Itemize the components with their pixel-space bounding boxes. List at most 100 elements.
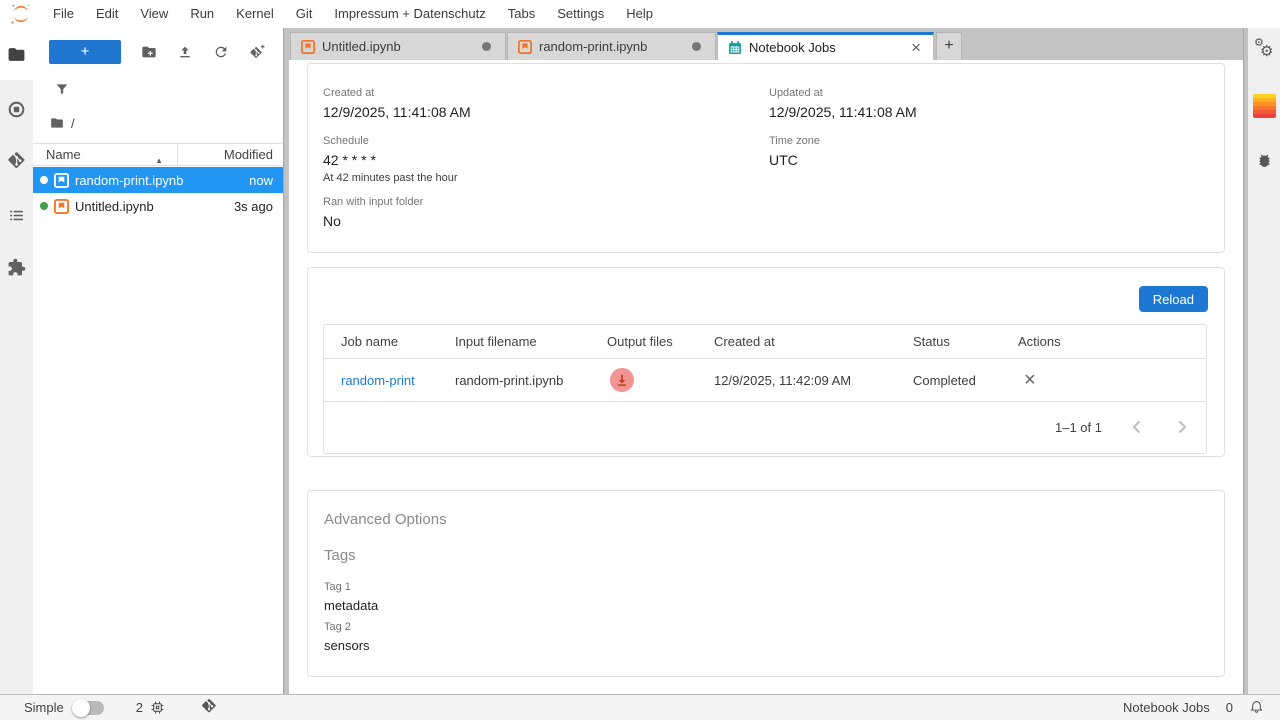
field-value: 42 * * * * xyxy=(323,152,458,168)
column-actions: Actions xyxy=(1018,334,1206,349)
running-sessions-icon[interactable] xyxy=(0,97,33,121)
notebook-file-icon xyxy=(518,40,532,54)
extension-manager-icon[interactable] xyxy=(0,255,33,279)
bell-icon[interactable] xyxy=(1249,698,1264,717)
menu-edit[interactable]: Edit xyxy=(85,0,129,28)
kernel-status-dot xyxy=(40,202,48,210)
file-name: Untitled.ipynb xyxy=(75,199,234,214)
field-input-folder: Ran with input folder No xyxy=(323,196,423,229)
file-browser-panel: + / Name ▲ Modified xyxy=(33,28,283,694)
folder-icon[interactable] xyxy=(49,116,65,130)
breadcrumb-root[interactable]: / xyxy=(71,116,75,131)
job-created-at: 12/9/2025, 11:42:09 AM xyxy=(714,373,913,388)
property-inspector-icon[interactable]: ⚙ ⚙ xyxy=(1252,36,1278,62)
column-header-modified[interactable]: Modified xyxy=(178,147,283,162)
tab-untitled-ipynb[interactable]: Untitled.ipynb xyxy=(290,32,506,60)
menu-tabs[interactable]: Tabs xyxy=(497,0,546,28)
tab-label: Untitled.ipynb xyxy=(322,39,401,54)
new-folder-icon[interactable] xyxy=(141,44,157,60)
git-clone-icon[interactable] xyxy=(249,44,265,60)
status-bar-left: Simple 2 xyxy=(24,698,217,717)
calendar-icon xyxy=(728,41,742,55)
notebook-file-icon xyxy=(54,199,69,214)
field-label: Updated at xyxy=(769,87,917,99)
tab-notebook-jobs[interactable]: Notebook Jobs × xyxy=(717,32,934,60)
context-label[interactable]: Notebook Jobs xyxy=(1123,700,1210,715)
menu-run[interactable]: Run xyxy=(179,0,225,28)
filter-files-icon[interactable] xyxy=(55,82,71,98)
job-status: Completed xyxy=(913,373,1018,388)
job-name-link[interactable]: random-print xyxy=(341,373,415,388)
pagination-label: 1–1 of 1 xyxy=(1055,420,1102,435)
delete-job-icon[interactable]: × xyxy=(1024,369,1036,391)
menu-view[interactable]: View xyxy=(129,0,179,28)
menu-kernel[interactable]: Kernel xyxy=(225,0,285,28)
kernel-sessions-indicator[interactable]: 2 xyxy=(136,700,165,715)
name-header-label: Name xyxy=(46,147,81,162)
field-value: UTC xyxy=(769,152,820,168)
git-status-icon[interactable] xyxy=(201,698,217,717)
upload-icon[interactable] xyxy=(177,44,193,60)
toggle-knob xyxy=(72,699,90,717)
file-list-item[interactable]: random-print.ipynb now xyxy=(33,167,283,193)
gradient-extension-icon[interactable] xyxy=(1253,94,1276,118)
jobs-table: Job name Input filename Output files Cre… xyxy=(323,324,1207,454)
menu-git[interactable]: Git xyxy=(285,0,324,28)
file-modified: now xyxy=(249,173,283,188)
menu-file[interactable]: File xyxy=(42,0,85,28)
job-list-card: Reload Job name Input filename Output fi… xyxy=(307,267,1225,457)
schedule-help-text: At 42 minutes past the hour xyxy=(323,172,458,184)
menu-help[interactable]: Help xyxy=(615,0,664,28)
field-value: No xyxy=(323,213,423,229)
field-label: Ran with input folder xyxy=(323,196,423,208)
dirty-indicator xyxy=(482,42,491,51)
column-header-name[interactable]: Name ▲ xyxy=(33,144,178,165)
refresh-icon[interactable] xyxy=(213,44,229,60)
jupyterlab-window: File Edit View Run Kernel Git Impressum … xyxy=(0,0,1280,720)
gear-icon: ⚙ xyxy=(1260,42,1273,60)
debugger-bug-icon[interactable] xyxy=(1256,152,1273,169)
pagination-prev-button[interactable] xyxy=(1124,415,1148,439)
left-activity-bar xyxy=(0,28,33,694)
download-output-icon[interactable] xyxy=(610,368,634,392)
tag-field: Tag 2 sensors xyxy=(324,621,370,653)
kernel-chip-icon xyxy=(150,700,165,715)
simple-mode-label: Simple xyxy=(24,700,64,715)
status-bar-right: Notebook Jobs 0 xyxy=(1123,698,1264,717)
tag-value: metadata xyxy=(324,598,378,613)
menubar: File Edit View Run Kernel Git Impressum … xyxy=(0,0,1280,28)
field-updated-at: Updated at 12/9/2025, 11:41:08 AM xyxy=(769,87,917,120)
file-name: random-print.ipynb xyxy=(75,173,249,188)
new-launcher-button[interactable]: + xyxy=(49,40,121,64)
tags-title: Tags xyxy=(324,547,356,564)
breadcrumb: / xyxy=(49,114,75,132)
file-browser-icon[interactable] xyxy=(0,42,33,66)
menu-settings[interactable]: Settings xyxy=(546,0,615,28)
field-value: 12/9/2025, 11:41:08 AM xyxy=(323,104,471,120)
file-list-header: Name ▲ Modified xyxy=(33,143,283,166)
kernel-status-dot xyxy=(40,176,48,184)
file-list-item[interactable]: Untitled.ipynb 3s ago xyxy=(33,193,283,219)
add-tab-button[interactable]: + xyxy=(936,32,962,60)
simple-mode-toggle[interactable] xyxy=(74,701,104,715)
notification-count: 0 xyxy=(1226,700,1233,715)
status-bar: Simple 2 Notebook Jobs 0 xyxy=(0,694,1280,720)
advanced-options-card: Advanced Options Tags Tag 1 metadata Tag… xyxy=(307,490,1225,677)
tab-random-print-ipynb[interactable]: random-print.ipynb xyxy=(507,32,716,60)
pagination-next-button[interactable] xyxy=(1170,415,1194,439)
column-input-filename: Input filename xyxy=(455,334,607,349)
git-icon[interactable] xyxy=(0,148,33,172)
table-of-contents-icon[interactable] xyxy=(0,203,33,227)
notebook-jobs-view: Created at 12/9/2025, 11:41:08 AM Update… xyxy=(289,60,1243,694)
field-value: 12/9/2025, 11:41:08 AM xyxy=(769,104,917,120)
reload-button[interactable]: Reload xyxy=(1139,286,1208,312)
tab-label: Notebook Jobs xyxy=(749,40,836,55)
close-icon[interactable]: × xyxy=(909,41,923,55)
right-activity-bar: ⚙ ⚙ xyxy=(1248,28,1280,694)
job-input-filename: random-print.ipynb xyxy=(455,373,607,388)
notebook-file-icon xyxy=(301,40,315,54)
table-row: random-print random-print.ipynb 12/9/202… xyxy=(324,359,1206,402)
column-created-at: Created at xyxy=(714,334,913,349)
menu-impressum[interactable]: Impressum + Datenschutz xyxy=(323,0,496,28)
main-dock-panel: Untitled.ipynb random-print.ipynb Notebo… xyxy=(289,28,1243,694)
